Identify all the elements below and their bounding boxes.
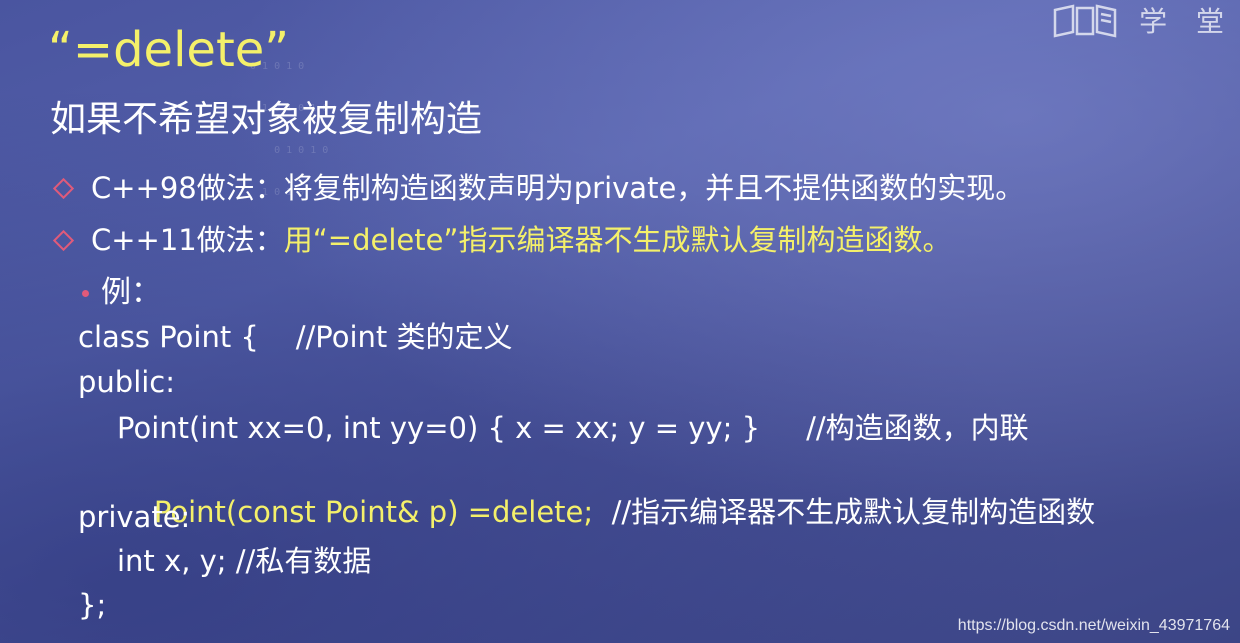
logo-text: 学 堂 — [1139, 5, 1234, 38]
code-line-2: public: — [78, 365, 176, 399]
code-delete-statement: Point(const Point& p) =delete; — [153, 495, 594, 529]
bullet-prefix: C++11做法： — [91, 223, 284, 257]
code-line-1: class Point { //Point 类的定义 — [78, 320, 513, 354]
slide: 0 1 0 1 0 1 0 1 0 1 0 0 1 0 1 0 1 0 1 0 … — [0, 0, 1240, 643]
code-line-3: Point(int xx=0, int yy=0) { x = xx; y = … — [117, 411, 1029, 445]
book-logo-icon — [1053, 4, 1117, 38]
bullet-text: 将复制构造函数声明为private，并且不提供函数的实现。 — [283, 171, 1025, 205]
diamond-bullet-icon — [52, 177, 75, 199]
slide-title: “=delete” — [48, 22, 290, 78]
code-line-5: private: — [78, 500, 191, 534]
code-comment: //指示编译器不生成默认复制构造函数 — [593, 495, 1096, 529]
bullet-cpp11: C++11做法： 用“=delete”指示编译器不生成默认复制构造函数。 — [52, 220, 951, 260]
bullet-prefix: C++98做法： — [91, 171, 284, 205]
code-line-6: int x, y; //私有数据 — [117, 544, 372, 578]
logo: 学 堂 — [1051, 0, 1234, 40]
code-line-7: }; — [78, 588, 107, 622]
slide-subtitle: 如果不希望对象被复制构造 — [50, 99, 483, 140]
binary-line: 0 1 0 1 0 — [250, 145, 329, 156]
watermark-url: https://blog.csdn.net/weixin_43971764 — [957, 617, 1230, 634]
diamond-bullet-icon — [52, 229, 75, 251]
bullet-cpp98: C++98做法： 将复制构造函数声明为private，并且不提供函数的实现。 — [52, 168, 1024, 208]
dot-bullet-icon — [82, 289, 89, 297]
example-label: 例： — [82, 273, 161, 313]
example-text: 例： — [101, 275, 161, 310]
bullet-text-highlight: 用“=delete”指示编译器不生成默认复制构造函数。 — [283, 223, 952, 257]
